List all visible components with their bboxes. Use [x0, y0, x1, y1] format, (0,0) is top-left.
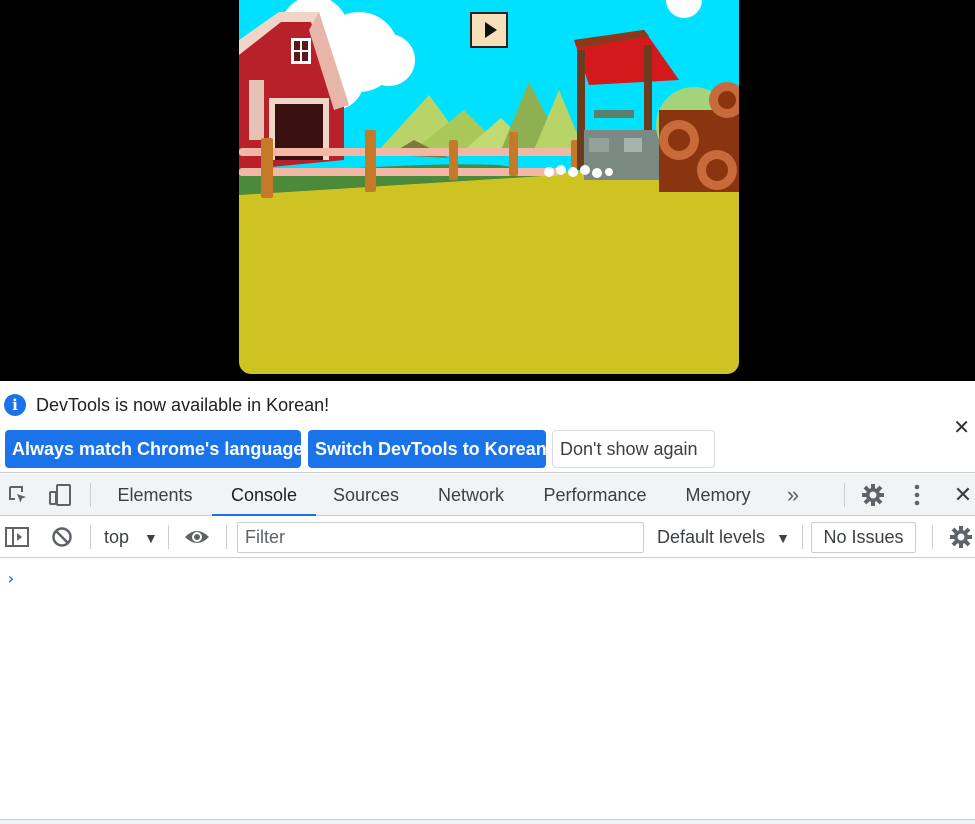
- language-infobar: i DevTools is now available in Korean! ✕…: [0, 381, 975, 473]
- chevron-down-icon: ▼: [776, 530, 790, 546]
- chevron-down-icon: ▼: [144, 530, 158, 546]
- devtools-panel: i DevTools is now available in Korean! ✕…: [0, 381, 975, 824]
- context-selector[interactable]: top ▼: [104, 516, 158, 558]
- always-match-language-button[interactable]: Always match Chrome's language: [5, 430, 303, 468]
- tab-elements[interactable]: Elements: [100, 474, 210, 516]
- sidebar-toggle-icon[interactable]: [3, 516, 31, 558]
- console-toolbar: top ▼ Default levels ▼ No Issues: [0, 516, 975, 558]
- infobar-message: DevTools is now available in Korean!: [36, 395, 330, 415]
- game-canvas[interactable]: [239, 0, 739, 374]
- device-toolbar-icon[interactable]: [46, 474, 74, 516]
- info-icon: i: [4, 394, 26, 416]
- bottom-divider: [0, 819, 975, 824]
- console-prompt-icon: ›: [6, 569, 16, 588]
- context-value: top: [104, 527, 130, 547]
- close-devtools-icon[interactable]: ✕: [950, 474, 975, 516]
- console-output[interactable]: ›: [0, 559, 975, 820]
- more-options-icon[interactable]: [906, 474, 928, 516]
- play-icon: [484, 22, 497, 38]
- inspect-element-icon[interactable]: [4, 474, 32, 516]
- play-button[interactable]: [470, 12, 508, 48]
- close-icon[interactable]: ✕: [953, 415, 970, 440]
- tab-network[interactable]: Network: [418, 474, 524, 516]
- log-levels-dropdown[interactable]: Default levels ▼: [657, 516, 790, 558]
- tab-memory[interactable]: Memory: [666, 474, 770, 516]
- issues-button[interactable]: No Issues: [811, 522, 916, 553]
- switch-to-korean-button[interactable]: Switch DevTools to Korean: [308, 430, 547, 468]
- filter-input[interactable]: [237, 522, 644, 553]
- tab-sources[interactable]: Sources: [318, 474, 414, 516]
- page-viewport: [0, 0, 975, 381]
- chevron-double-right-icon[interactable]: »: [780, 474, 806, 516]
- tab-console[interactable]: Console: [212, 474, 316, 516]
- farm-scene: [239, 0, 739, 374]
- devtools-toolbar: Elements Console Sources Network Perform…: [0, 474, 975, 516]
- dont-show-again-button[interactable]: Don't show again: [552, 430, 715, 468]
- console-settings-gear-icon[interactable]: [946, 516, 975, 558]
- gear-icon[interactable]: [858, 474, 888, 516]
- log-levels-value: Default levels: [657, 527, 766, 547]
- eye-icon[interactable]: [183, 516, 211, 558]
- clear-console-icon[interactable]: [50, 516, 74, 558]
- tab-performance[interactable]: Performance: [528, 474, 662, 516]
